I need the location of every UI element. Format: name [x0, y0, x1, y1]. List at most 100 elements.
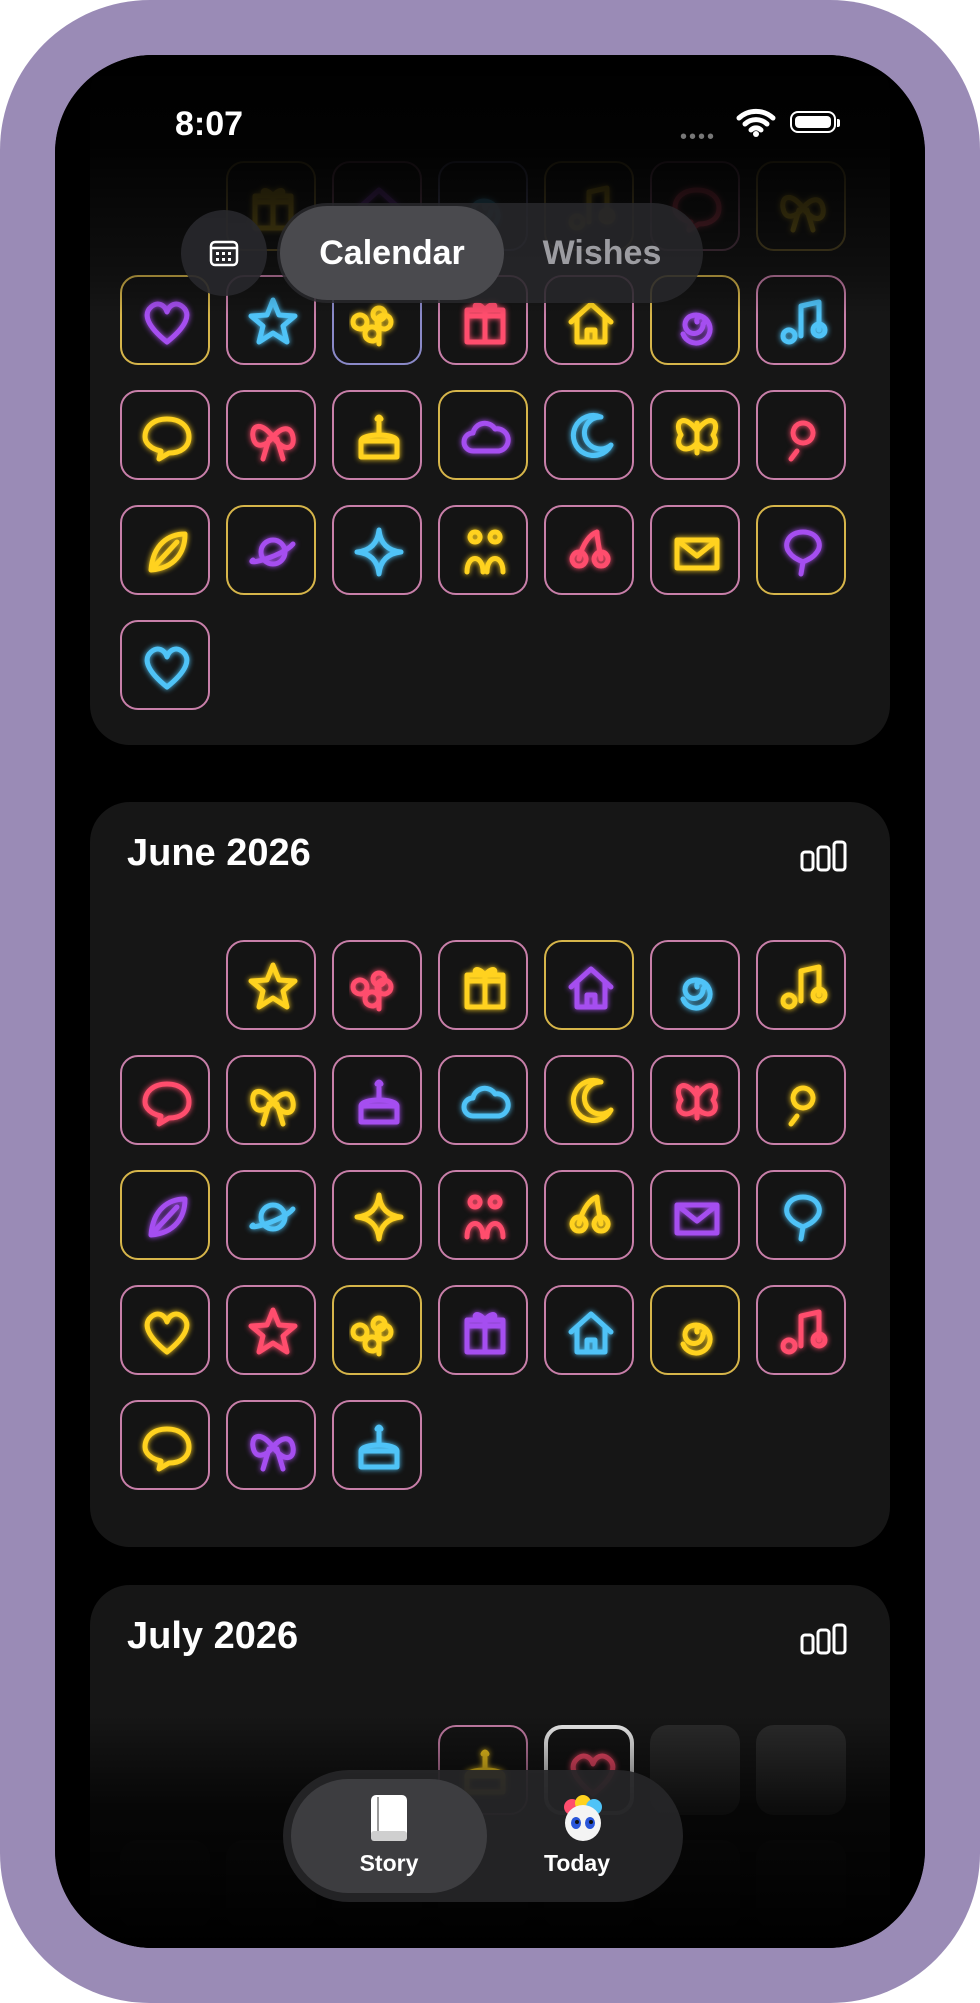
day-cell[interactable]: [544, 1055, 634, 1145]
bow-icon: [780, 195, 826, 233]
day-cell[interactable]: [756, 161, 846, 251]
day-cell[interactable]: [544, 505, 634, 595]
flower-icon: [350, 970, 394, 1012]
day-cell[interactable]: [650, 390, 740, 480]
bow-icon: [250, 424, 296, 462]
day-cell-empty[interactable]: [756, 1725, 846, 1815]
day-cell[interactable]: [438, 1285, 528, 1375]
heart-icon: [144, 1311, 190, 1355]
star-icon: [248, 962, 298, 1010]
day-cell[interactable]: [120, 1400, 210, 1490]
cake-icon: [358, 1079, 400, 1125]
butterfly-icon: [675, 1083, 719, 1121]
day-cell[interactable]: [650, 505, 740, 595]
day-cell[interactable]: [438, 390, 528, 480]
day-cell[interactable]: [756, 390, 846, 480]
day-cell[interactable]: [756, 940, 846, 1030]
day-cell[interactable]: [438, 1170, 528, 1260]
planet-icon: [249, 537, 296, 567]
ring-icon: [788, 420, 816, 462]
day-cell[interactable]: [332, 1400, 422, 1490]
bubble-icon: [142, 1081, 192, 1127]
day-cell-empty[interactable]: [756, 1840, 846, 1930]
moon-icon: [570, 413, 614, 458]
day-cell[interactable]: [650, 1055, 740, 1145]
leaf-icon: [148, 531, 188, 573]
leaf-icon: [148, 1196, 188, 1238]
day-cell[interactable]: [120, 1285, 210, 1375]
note-icon: [780, 1309, 828, 1355]
day-cell[interactable]: [544, 1285, 634, 1375]
day-cell[interactable]: [226, 1055, 316, 1145]
day-cell[interactable]: [120, 390, 210, 480]
stats-icon[interactable]: [800, 840, 848, 872]
app-screen: 8:07 •••• Calendar Wishes June 2026 July…: [55, 55, 925, 1948]
day-cell[interactable]: [332, 505, 422, 595]
bow-icon: [250, 1089, 296, 1127]
day-cell[interactable]: [332, 1285, 422, 1375]
day-cell[interactable]: [120, 275, 210, 365]
day-cell[interactable]: [756, 505, 846, 595]
calendar-icon: [209, 240, 239, 267]
cake-icon: [358, 414, 400, 460]
day-cell[interactable]: [650, 1285, 740, 1375]
bottom-tab-bar: Story Today: [283, 1770, 683, 1902]
day-cell[interactable]: [226, 940, 316, 1030]
envelope-icon: [674, 537, 720, 571]
day-cell[interactable]: [438, 505, 528, 595]
tab-wishes[interactable]: Wishes: [507, 203, 697, 303]
day-cell[interactable]: [332, 940, 422, 1030]
butterfly-icon: [675, 418, 719, 456]
spiral-icon: [680, 977, 713, 1011]
device-frame: 8:07 •••• Calendar Wishes June 2026 July…: [0, 0, 980, 2003]
day-cell[interactable]: [226, 505, 316, 595]
day-cell[interactable]: [544, 390, 634, 480]
bow-icon: [250, 1434, 296, 1472]
day-cell-empty[interactable]: [120, 1840, 210, 1930]
wifi-icon: [736, 108, 776, 137]
day-cell[interactable]: [226, 1400, 316, 1490]
tab-today[interactable]: Today: [479, 1779, 675, 1893]
day-cell[interactable]: [226, 1170, 316, 1260]
tab-label: Story: [359, 1850, 419, 1876]
day-cell[interactable]: [226, 1285, 316, 1375]
cloud-icon: [461, 420, 511, 454]
status-bar: 8:07 ••••: [55, 55, 925, 165]
stats-icon[interactable]: [800, 1623, 848, 1655]
house-icon: [568, 1311, 614, 1355]
day-cell[interactable]: [120, 620, 210, 710]
month-title: July 2026: [127, 1615, 299, 1657]
day-cell[interactable]: [120, 505, 210, 595]
bubble-icon: [142, 416, 192, 462]
people-icon: [464, 529, 506, 575]
day-cell[interactable]: [756, 1055, 846, 1145]
day-cell[interactable]: [438, 940, 528, 1030]
day-cell[interactable]: [332, 1055, 422, 1145]
day-cell[interactable]: [650, 1170, 740, 1260]
day-cell[interactable]: [332, 1170, 422, 1260]
heart-icon: [144, 646, 190, 690]
day-cell[interactable]: [226, 390, 316, 480]
day-cell[interactable]: [650, 940, 740, 1030]
tab-label: Today: [543, 1850, 611, 1876]
heart-icon: [144, 301, 190, 345]
day-cell[interactable]: [756, 1170, 846, 1260]
tab-calendar[interactable]: Calendar: [280, 203, 504, 303]
day-cell[interactable]: [120, 1170, 210, 1260]
tab-story[interactable]: Story: [291, 1779, 487, 1893]
gift-icon: [464, 1312, 506, 1355]
mascot-icon: [564, 1795, 602, 1841]
day-cell[interactable]: [756, 275, 846, 365]
calendar-picker-button[interactable]: [181, 210, 267, 296]
battery-icon: [790, 111, 840, 133]
flower-icon: [350, 1315, 394, 1357]
day-cell[interactable]: [438, 1055, 528, 1145]
day-cell[interactable]: [544, 1170, 634, 1260]
day-cell[interactable]: [544, 940, 634, 1030]
day-cell[interactable]: [332, 390, 422, 480]
day-cell[interactable]: [120, 1055, 210, 1145]
day-cell[interactable]: [756, 1285, 846, 1375]
spiral-icon: [680, 1322, 713, 1356]
signal-icon: ••••: [680, 126, 717, 148]
gift-icon: [464, 967, 506, 1010]
